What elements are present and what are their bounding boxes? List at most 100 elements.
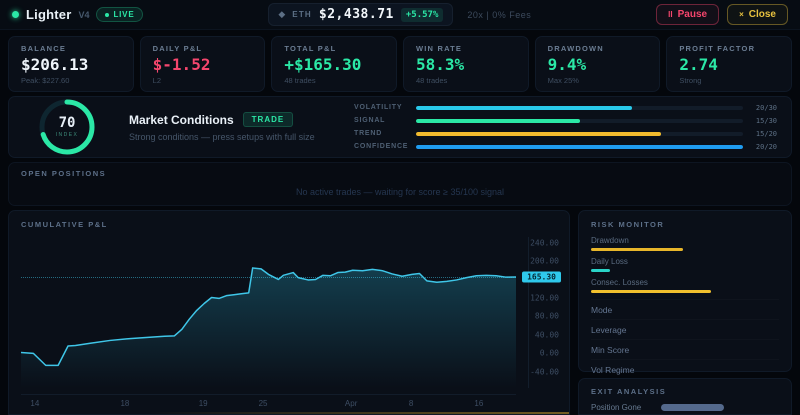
metric-track <box>416 144 743 149</box>
exit-analysis-panel: EXIT ANALYSIS Position GoneSignal Revers… <box>578 378 792 415</box>
metric-fill <box>416 105 632 110</box>
stat-value: +$165.30 <box>284 55 362 74</box>
app-title: Lighter <box>26 7 72 22</box>
stat-label: BALANCE <box>21 44 67 53</box>
risk-row: Min Score <box>591 339 779 359</box>
close-icon: × <box>739 10 744 19</box>
metric-label: CONFIDENCE <box>354 143 409 150</box>
trade-status-badge: TRADE <box>242 112 294 127</box>
stat-sub: L2 <box>152 76 161 85</box>
x-tick-label: 8 <box>408 399 414 408</box>
leverage-fees-meta: 20x | 0% Fees <box>467 9 532 20</box>
app-version: V4 <box>78 9 90 20</box>
metric-fill <box>416 131 662 136</box>
stat-card: BALANCE $206.13 Peak: $227.60 <box>8 36 134 92</box>
x-tick-label: 14 <box>30 399 40 408</box>
risk-row: Mode <box>591 299 779 319</box>
market-conditions-text: Market Conditions TRADE Strong condition… <box>129 112 344 142</box>
risk-bar-label: Consec. Losses <box>591 278 648 287</box>
y-tick-label: 40.00 <box>534 330 559 340</box>
x-tick-label: 18 <box>120 399 130 408</box>
current-value-reference-line <box>21 277 516 279</box>
y-tick-label: 0.00 <box>539 348 559 358</box>
stat-label: TOTAL P&L <box>284 44 337 53</box>
pnl-line-chart <box>21 237 516 388</box>
stat-sub: Peak: $227.60 <box>21 76 70 85</box>
eth-icon: ◆ <box>278 9 286 19</box>
risk-row: Vol Regime <box>591 359 779 379</box>
risk-bar-label: Daily Loss <box>591 257 628 266</box>
metric-row: TREND 15/20 <box>354 130 777 138</box>
live-badge: LIVE <box>96 7 144 22</box>
stat-sub: 48 trades <box>284 76 316 85</box>
price-group: ◆ ETH $2,438.71 +5.57% 20x | 0% Fees <box>268 3 531 26</box>
open-positions-title: OPEN POSITIONS <box>21 169 107 178</box>
stat-sub: Strong <box>679 76 702 85</box>
pause-label: Pause <box>677 9 708 20</box>
bottom-accent-line <box>149 412 569 414</box>
risk-row: Leverage <box>591 319 779 339</box>
stat-value: $206.13 <box>21 55 89 74</box>
brand: Lighter V4 LIVE <box>12 7 144 22</box>
metric-row: CONFIDENCE 20/20 <box>354 143 777 151</box>
x-axis: 14 18 19 25 Apr 8 16 <box>21 394 516 408</box>
risk-bar-fill <box>591 290 712 293</box>
risk-bar-fill <box>591 248 684 251</box>
asset-price: $2,438.71 <box>318 7 394 22</box>
y-tick-label: -40.00 <box>530 367 559 377</box>
stat-card: WIN RATE 58.3% 48 trades <box>402 36 529 92</box>
brand-dot-icon <box>12 11 19 18</box>
pause-button[interactable]: II Pause <box>656 4 720 25</box>
risk-monitor-title: RISK MONITOR <box>591 220 665 229</box>
metric-value: 15/30 <box>755 116 777 125</box>
live-dot-icon <box>105 12 110 17</box>
exit-bar-fill <box>661 404 724 411</box>
x-tick-label: 25 <box>258 399 268 408</box>
exit-bars: Position GoneSignal Reversal <box>591 403 779 415</box>
gauge-caption: INDEX <box>55 132 79 138</box>
metric-label: SIGNAL <box>354 117 386 124</box>
y-axis-separator <box>528 237 529 388</box>
exit-analysis-title: EXIT ANALYSIS <box>591 387 667 396</box>
metric-fill <box>416 118 580 123</box>
market-conditions-panel: 70 INDEX Market Conditions TRADE Strong … <box>8 96 792 158</box>
pnl-chart-plot[interactable] <box>21 237 516 388</box>
metric-row: VOLATILITY 20/30 <box>354 104 777 112</box>
stat-sub: 48 trades <box>415 76 448 85</box>
exit-bar-track <box>661 404 779 411</box>
x-tick-label: 16 <box>474 399 484 408</box>
risk-monitor-panel: RISK MONITOR Drawdown Daily Loss Consec. L… <box>578 210 792 415</box>
y-tick-label: 120.00 <box>530 293 559 303</box>
open-positions-panel: OPEN POSITIONS No active trades — waitin… <box>8 162 792 206</box>
trading-dashboard: Lighter V4 LIVE ◆ ETH $2,438.71 +5.57% 2… <box>0 0 800 415</box>
stat-label: DAILY P&L <box>152 44 203 53</box>
close-button[interactable]: × Close <box>727 4 788 25</box>
metric-value: 20/20 <box>755 142 777 151</box>
x-tick-label: Apr <box>344 399 358 408</box>
stat-card: DAILY P&L $-1.52 L2 <box>139 36 266 92</box>
stat-card: PROFIT FACTOR 2.74 Strong <box>666 36 792 92</box>
gauge-center: 70 INDEX <box>37 97 97 157</box>
stats-row: BALANCE $206.13 Peak: $227.60 DAILY P&L $-1.… <box>8 36 792 92</box>
header-actions: II Pause × Close <box>656 4 788 25</box>
chart-title: CUMULATIVE P&L <box>21 220 108 229</box>
top-bar: Lighter V4 LIVE ◆ ETH $2,438.71 +5.57% 2… <box>0 0 800 30</box>
risk-bar-fill <box>591 269 610 272</box>
asset-label: ETH <box>292 10 312 19</box>
cumulative-pnl-panel: CUMULATIVE P&L 240.00 200.00 120.00 80.00 40… <box>8 210 570 415</box>
pause-icon: II <box>668 10 673 19</box>
exit-row: Position Gone <box>591 403 779 412</box>
stat-sub: Max 25% <box>547 76 579 85</box>
market-conditions-title: Market Conditions <box>129 112 234 127</box>
metric-label: VOLATILITY <box>354 104 403 111</box>
stat-label: PROFIT FACTOR <box>679 44 756 53</box>
market-index-gauge: 70 INDEX <box>37 97 97 157</box>
risk-bar-row: Consec. Losses <box>591 278 779 293</box>
y-tick-label: 200.00 <box>530 256 559 266</box>
metric-track <box>416 118 743 123</box>
close-label: Close <box>748 9 776 20</box>
live-label: LIVE <box>113 10 135 19</box>
exit-bar-label: Position Gone <box>591 403 642 412</box>
market-conditions-subtitle: Strong conditions — press setups with fu… <box>129 132 315 142</box>
price-change-badge: +5.57% <box>400 7 444 22</box>
